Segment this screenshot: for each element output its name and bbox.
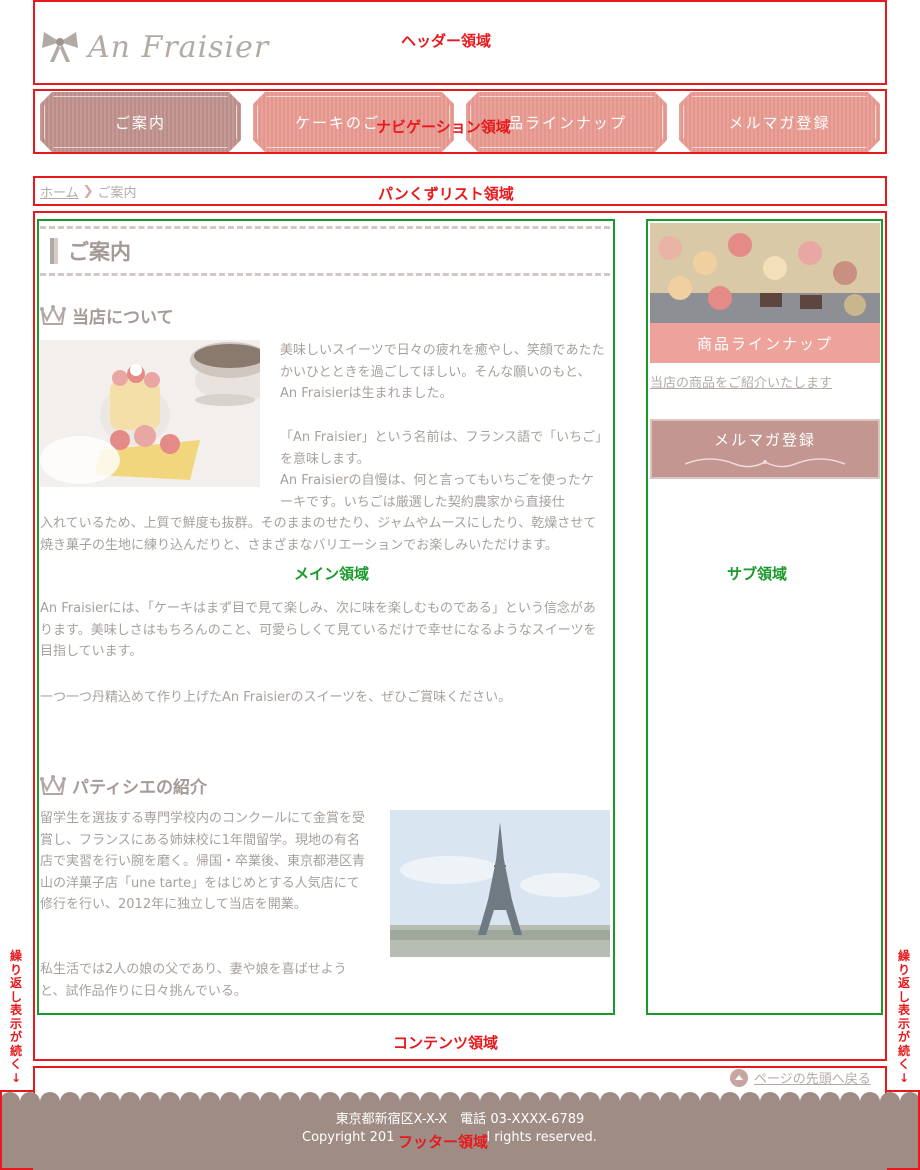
footer-address: 東京都新宿区X-X-X 電話 03-XXXX-6789 xyxy=(335,1112,585,1127)
flourish-icon xyxy=(684,458,846,468)
footer-scallop-edge xyxy=(0,1092,920,1104)
section-title-text: 当店について xyxy=(72,307,174,328)
nav-item-label: メルマガ登録 xyxy=(728,113,831,132)
sub-region-label: サブ領域 xyxy=(727,565,788,583)
lineup-banner-label[interactable]: 商品ラインナップ xyxy=(650,323,880,363)
nav-item-label: ケーキのご xyxy=(295,113,381,132)
nav-item-guide[interactable]: ご案内 xyxy=(40,92,241,152)
about-paragraph-2: 「An Fraisier」という名前は、フランス語で「いちご」を意味します。 xyxy=(280,430,602,467)
page-title-text: ご案内 xyxy=(68,240,131,264)
header-region-label: ヘッダー領域 xyxy=(401,32,492,50)
footer-region-label: フッター領域 xyxy=(398,1133,489,1151)
arrow-up-circle-icon xyxy=(730,1068,748,1087)
about-paragraph-1: 美味しいスイーツで日々の疲れを癒やし、笑顔であたたかいひとときを過ごしてほしい。… xyxy=(280,343,605,401)
nav-item-label: ご案内 xyxy=(114,113,166,132)
site-logo[interactable]: An Fraisier xyxy=(40,28,269,66)
crown-icon xyxy=(40,775,66,795)
about-paragraph-3a: An Fraisierの自慢は、何と言ってもいちごを使ったケーキです。いちごは厳… xyxy=(280,473,594,510)
heading-bar-icon xyxy=(50,238,54,264)
nav-region-label: ナビゲーション領域 xyxy=(376,118,511,136)
lineup-link[interactable]: 当店の商品をご紹介いたします xyxy=(650,372,832,391)
crown-icon xyxy=(40,305,66,325)
chevron-right-icon: ❯ xyxy=(82,184,94,199)
mailmag-banner[interactable]: メルマガ登録 xyxy=(650,419,880,479)
section-title-patissier: パティシエの紹介 xyxy=(40,772,207,798)
page-top-text: ページの先頭へ戻る xyxy=(754,1072,871,1087)
mailmag-banner-label: メルマガ登録 xyxy=(713,431,816,449)
repeat-note-left: 繰り返し表示が続く ↓ xyxy=(9,949,22,1085)
repeat-left-box xyxy=(0,1090,33,1170)
eiffel-tower-photo xyxy=(390,810,610,957)
repeat-note-right: 繰り返し表示が続く ↓ xyxy=(897,949,910,1085)
patissier-paragraph-2: 私生活では2人の娘の父であり、妻や娘を喜ばせようと、試作品作りに日々挑んでいる。 xyxy=(40,962,347,999)
ribbon-icon xyxy=(42,32,78,62)
contents-region-label: コンテンツ領域 xyxy=(393,1034,499,1052)
copyright-left: Copyright 201 xyxy=(302,1130,395,1145)
sweets-lineup-photo[interactable] xyxy=(650,223,880,323)
cake-photo xyxy=(40,340,260,487)
main-region-label: メイン領域 xyxy=(294,565,370,583)
about-paragraph-5: 一つ一つ丹精込めて作り上げたAn Fraisierのスイーツを、ぜひご賞味くださ… xyxy=(40,690,512,705)
section-title-text: パティシエの紹介 xyxy=(72,777,207,798)
logo-text: An Fraisier xyxy=(88,29,270,65)
repeat-right-box xyxy=(887,1090,920,1170)
section-title-about: 当店について xyxy=(40,302,174,328)
about-paragraph-4: An Fraisierには、「ケーキはまず目で見て楽しみ、次に味を楽しむものであ… xyxy=(40,601,597,659)
copyright-right: l rights reserved. xyxy=(486,1130,597,1145)
nav-item-mailmag[interactable]: メルマガ登録 xyxy=(679,92,880,152)
page-top-link[interactable]: ページの先頭へ戻る xyxy=(730,1068,871,1087)
page-title: ご案内 xyxy=(40,226,610,276)
breadcrumb: ホーム ❯ ご案内 xyxy=(40,182,137,201)
breadcrumb-region-label: パンくずリスト領域 xyxy=(378,185,514,203)
nav-item-label: 品ラインナップ xyxy=(507,113,627,132)
breadcrumb-home-link[interactable]: ホーム xyxy=(40,182,79,201)
patissier-paragraph-1: 留学生を選抜する専門学校内のコンクールにて金賞を受賞し、フランスにある姉妹校に1… xyxy=(40,811,366,912)
breadcrumb-current: ご案内 xyxy=(97,186,137,201)
about-paragraph-3b: 入れているため、上質で鮮度も抜群。そのままのせたり、ジャムやムースにしたり、乾燥… xyxy=(40,516,597,553)
